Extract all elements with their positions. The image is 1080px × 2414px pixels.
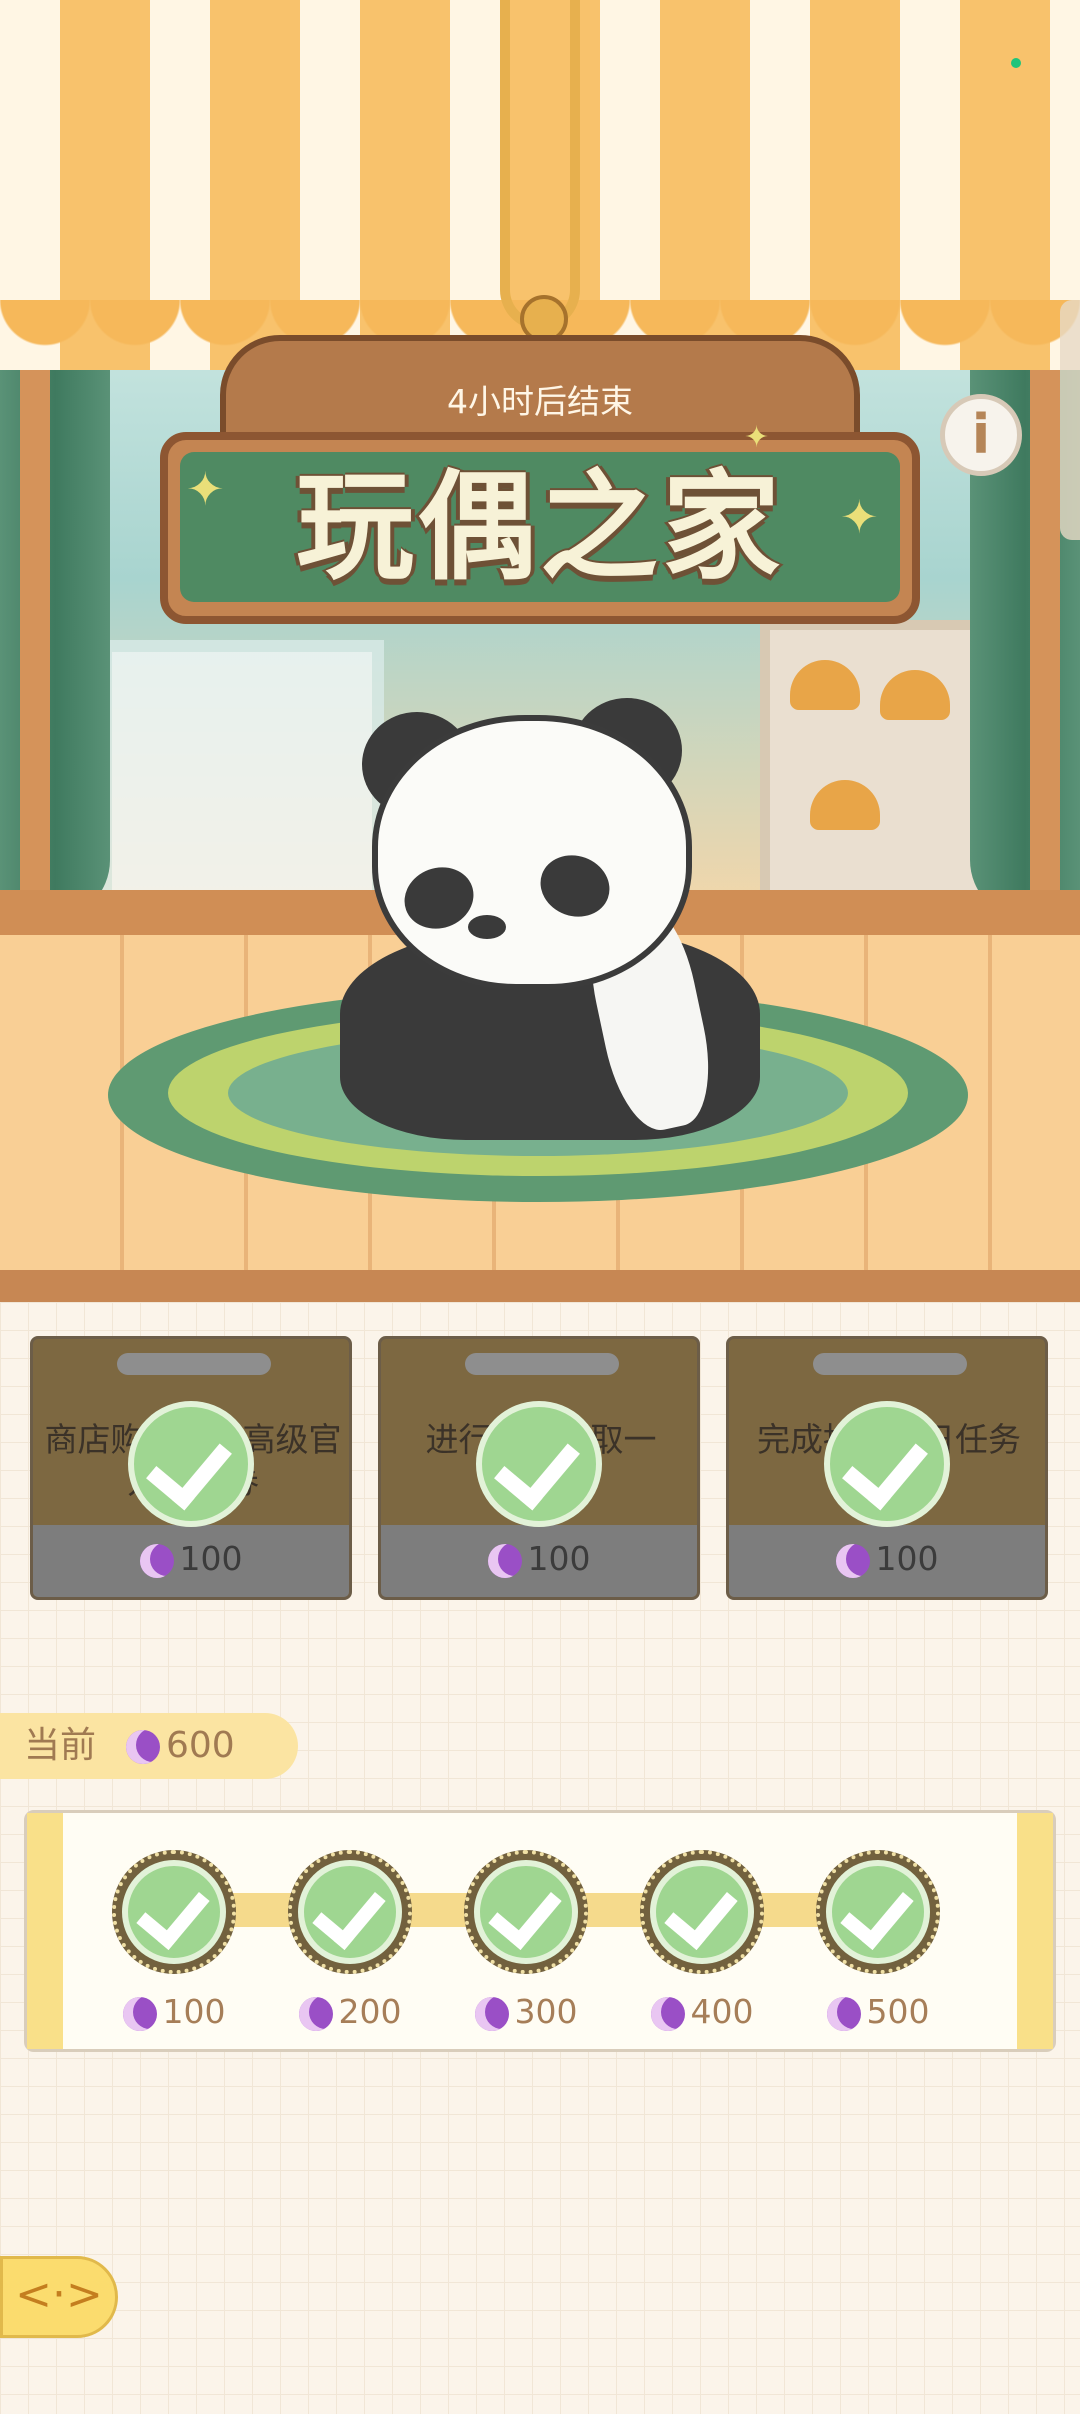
completed-check-icon — [826, 1860, 930, 1964]
completed-check-icon — [824, 1401, 950, 1527]
moon-icon — [835, 1543, 870, 1578]
event-timer: 4小时后结束 — [447, 382, 633, 421]
bread-bun — [880, 670, 950, 720]
milestone-label: 300 — [456, 1992, 596, 2031]
milestone-value: 300 — [514, 1992, 578, 2031]
card-slot — [117, 1353, 271, 1375]
sparkle-icon: ✦ — [186, 462, 225, 516]
milestone-label: 100 — [104, 1992, 244, 2031]
task-reward-value: 100 — [179, 1539, 243, 1578]
moon-icon — [474, 1996, 509, 2031]
milestone-value: 500 — [866, 1992, 930, 2031]
bread-bun — [790, 660, 860, 710]
floor-edge — [0, 1270, 1080, 1302]
moon-icon — [298, 1996, 333, 2031]
task-reward-value: 100 — [527, 1539, 591, 1578]
current-value-text: 600 — [166, 1725, 235, 1766]
event-title: 玩偶之家 — [295, 458, 784, 596]
milestone-value: 200 — [338, 1992, 402, 2031]
task-card[interactable]: 完成抽奖首日任务 100 — [726, 1336, 1048, 1600]
event-scene: 4小时后结束 玩偶之家 ✦ ✦ ✦ i — [0, 0, 1080, 1302]
milestone-reward[interactable] — [288, 1850, 412, 1974]
milestone-value: 100 — [162, 1992, 226, 2031]
milestone-reward[interactable] — [640, 1850, 764, 1974]
frame-post-left — [20, 360, 50, 900]
sparkle-icon: ✦ — [744, 420, 770, 455]
milestone-label: 500 — [808, 1992, 948, 2031]
track-cap-right — [1017, 1813, 1053, 2049]
task-reward-value: 100 — [875, 1539, 939, 1578]
card-slot — [465, 1353, 619, 1375]
completed-check-icon — [128, 1401, 254, 1527]
moon-icon — [139, 1543, 174, 1578]
panda-nose — [468, 915, 506, 939]
sign-rope — [500, 0, 580, 330]
completed-check-icon — [474, 1860, 578, 1964]
moon-icon — [487, 1543, 522, 1578]
side-tab[interactable] — [1060, 300, 1080, 540]
moon-icon — [126, 1730, 160, 1764]
task-card[interactable]: 商店购买一次高级官方优惠券 100 — [30, 1336, 352, 1600]
milestone-reward[interactable] — [112, 1850, 236, 1974]
current-value: 600 — [126, 1713, 235, 1779]
card-slot — [813, 1353, 967, 1375]
shop-window — [100, 640, 384, 924]
completed-check-icon — [298, 1860, 402, 1964]
milestone-reward[interactable] — [464, 1850, 588, 1974]
frame-post-right — [1030, 360, 1060, 900]
task-reward: 100 — [729, 1539, 1045, 1578]
milestone-label: 200 — [280, 1992, 420, 2031]
panda-plush[interactable] — [372, 715, 692, 990]
bread-bun — [810, 780, 880, 830]
task-reward: 100 — [33, 1539, 349, 1578]
moon-icon — [826, 1996, 861, 2031]
completed-check-icon — [476, 1401, 602, 1527]
completed-check-icon — [122, 1860, 226, 1964]
info-button[interactable]: i — [940, 394, 1022, 476]
curtain-left — [0, 300, 110, 920]
milestone-reward[interactable] — [816, 1850, 940, 1974]
milestone-value: 400 — [690, 1992, 754, 2031]
moon-icon — [650, 1996, 685, 2031]
milestone-label: 400 — [632, 1992, 772, 2031]
completed-check-icon — [650, 1860, 754, 1964]
track-cap-left — [27, 1813, 63, 2049]
task-reward: 100 — [381, 1539, 697, 1578]
sparkle-icon: ✦ — [840, 490, 879, 544]
task-card[interactable]: 进行抽奖领取一 100 — [378, 1336, 700, 1600]
status-dot — [1011, 58, 1021, 68]
current-points: 当前 600 — [0, 1713, 298, 1779]
moon-icon — [122, 1996, 157, 2031]
back-button[interactable]: <·> — [0, 2256, 118, 2338]
current-label: 当前 — [24, 1725, 97, 1766]
